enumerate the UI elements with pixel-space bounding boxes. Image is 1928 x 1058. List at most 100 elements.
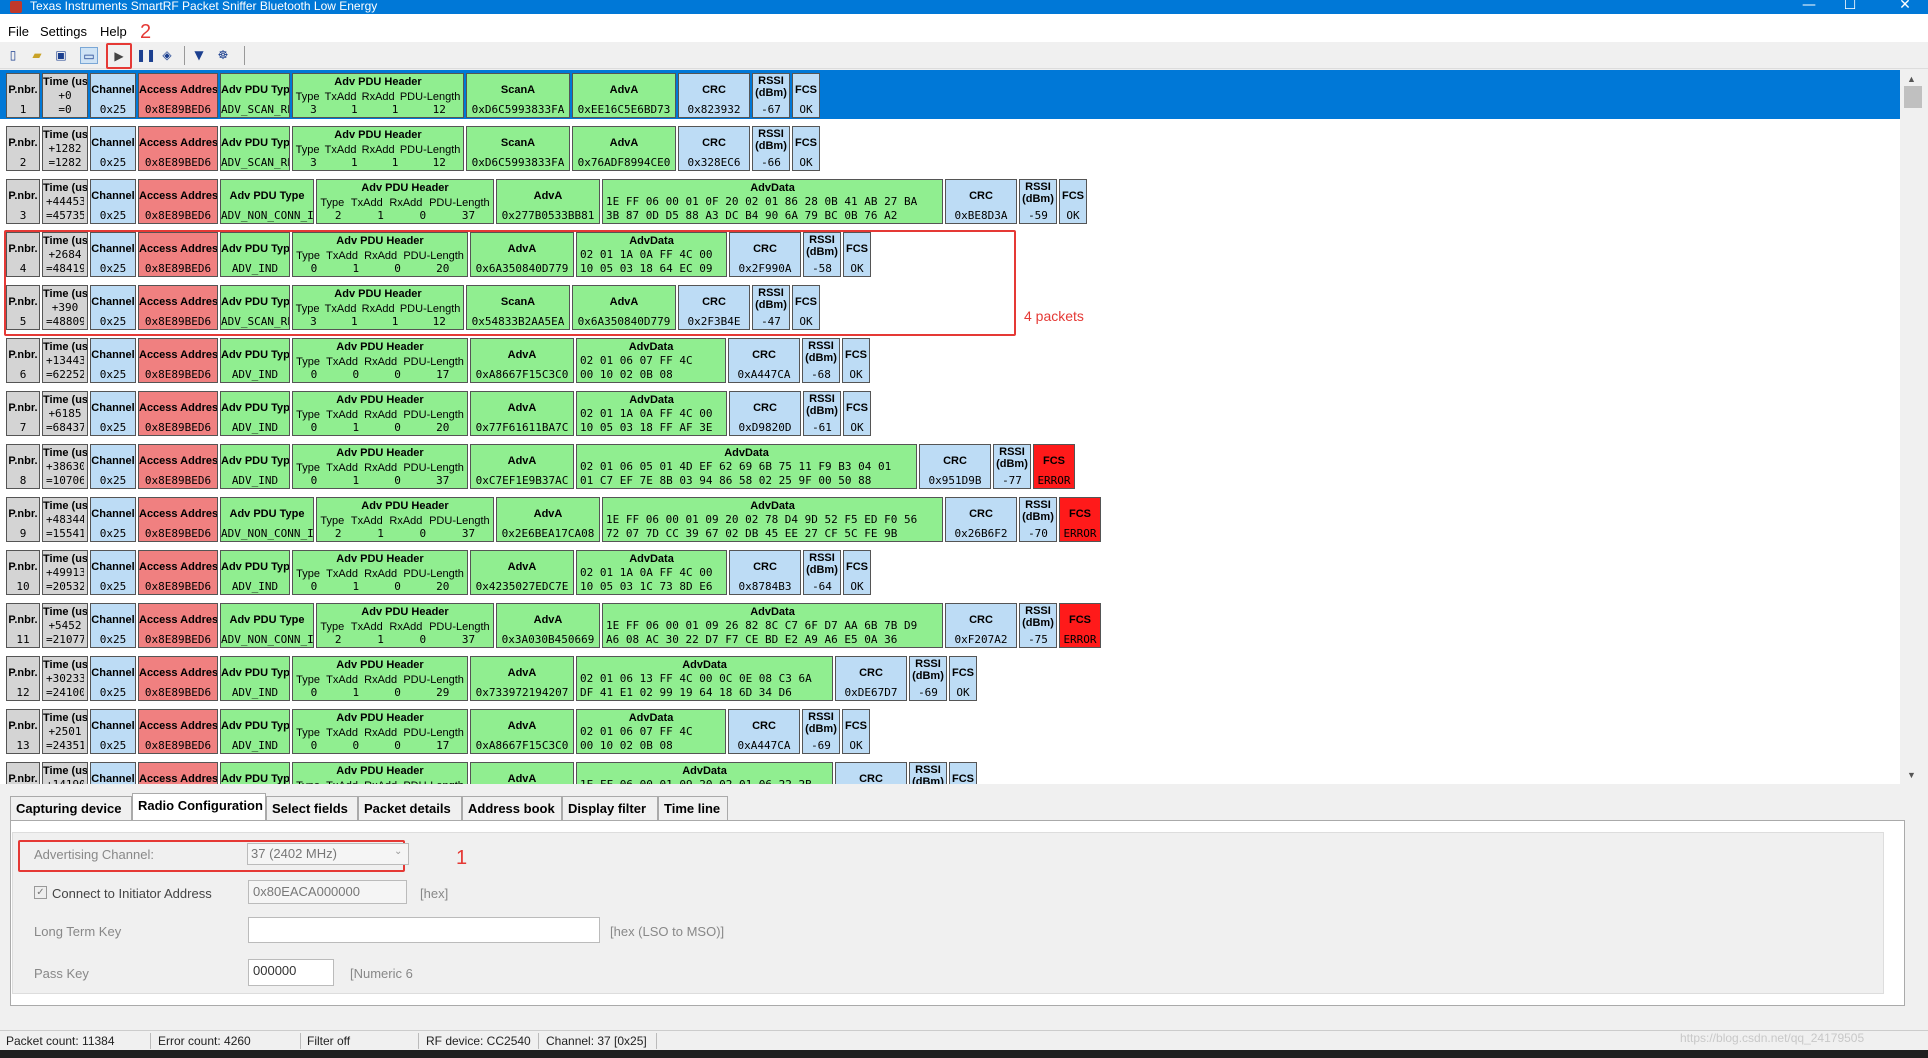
packet-row[interactable]: P.nbr. 7 Time (us) +6185 =68437 Channel 0x25 Ac…	[6, 388, 1900, 437]
adva-cell[interactable]: AdvA 0x733972194207	[470, 656, 574, 701]
maximize-button[interactable]: ☐	[1827, 0, 1873, 14]
menu-file[interactable]: File	[8, 24, 29, 39]
rssi-cell[interactable]: RSSI (dBm) -68	[802, 338, 840, 383]
packet-row[interactable]: P.nbr. 3 Time (us) +44453 =45735 Channel 0x25 A…	[6, 176, 1900, 225]
scroll-up-icon[interactable]: ▲	[1907, 74, 1916, 84]
channel-cell[interactable]: Channel	[90, 762, 136, 784]
time-cell[interactable]: Time (us) +6185 =68437	[42, 391, 88, 436]
access-address-cell[interactable]: Access Address 0x8E89BED6	[138, 391, 218, 436]
access-address-cell[interactable]: Access Address 0x8E89BED6	[138, 179, 218, 224]
pdu-type-cell[interactable]: Adv PDU Type ADV_IND	[220, 550, 290, 595]
tab-capturing-device[interactable]: Capturing device	[10, 796, 132, 820]
pdu-header-cell[interactable]: Adv PDU Header Type TxAdd RxAdd PDU-Length 0 0…	[292, 709, 468, 754]
pdu-header-cell[interactable]: Adv PDU Header Type TxAdd RxAdd PDU-Length 0 1…	[292, 550, 468, 595]
packet-row[interactable]: P.nbr. 6 Time (us) +13443 =62252 Channel 0x25 A…	[6, 335, 1900, 384]
pdu-header-cell[interactable]: Adv PDU Header Type TxAdd RxAdd PDU-Length 2 1…	[316, 497, 494, 542]
pass-key-field[interactable]: 000000	[248, 959, 334, 986]
crc-cell[interactable]: CRC 0xF207A2	[945, 603, 1017, 648]
fcs-cell[interactable]: FCS ERROR	[1059, 497, 1101, 542]
advdata-cell[interactable]: AdvData 02 01 06 13 FF 4C 00 0C 0E 08 C3 …	[576, 656, 833, 701]
channel-cell[interactable]: Channel 0x25	[90, 709, 136, 754]
advdata-cell[interactable]: AdvData 02 01 06 07 FF 4C 00 10 02 0B 08	[576, 709, 726, 754]
adva-cell[interactable]: AdvA 0x277B0533BB81	[496, 179, 600, 224]
adva-cell[interactable]: AdvA	[470, 762, 574, 784]
fcs-cell[interactable]: FCS	[949, 762, 977, 784]
scrollbar-thumb[interactable]	[1904, 86, 1922, 108]
channel-cell[interactable]: Channel 0x25	[90, 497, 136, 542]
pdu-type-cell[interactable]: Adv PDU Type ADV_NON_CONN_IND	[220, 179, 314, 224]
clear-icon[interactable]: ◈	[158, 47, 176, 64]
packet-row[interactable]: P.nbr.8Time (us)+38630=107067Channel0x25…	[6, 441, 1900, 490]
pnbr-cell[interactable]: P.nbr. 3	[6, 179, 40, 224]
rssi-cell[interactable]: RSSI (dBm) -77	[993, 444, 1031, 489]
channel-cell[interactable]: Channel 0x25	[90, 391, 136, 436]
pdu-type-cell[interactable]: Adv PDU Type ADV_IND	[220, 444, 290, 489]
long-term-key-field[interactable]	[248, 917, 600, 943]
pdu-header-cell[interactable]: Adv PDU Header Type TxAdd RxAdd PDU-Length 3 1…	[292, 73, 464, 118]
packet-list[interactable]: P.nbr. 1 Time (us) +0 =0 Channel 0x25 Access Ad…	[0, 70, 1900, 784]
channel-cell[interactable]: Channel 0x25	[90, 444, 136, 489]
access-address-cell[interactable]: Access Address 0x8E89BED6	[138, 497, 218, 542]
access-address-cell[interactable]: Access Address 0x8E89BED6	[138, 126, 218, 171]
pnbr-cell[interactable]: P.nbr. 1	[6, 73, 40, 118]
crc-cell[interactable]: CRC 0xDE67D7	[835, 656, 907, 701]
adva-cell[interactable]: AdvA 0x2E6BEA17CA08	[496, 497, 600, 542]
fcs-cell[interactable]: FCS OK	[949, 656, 977, 701]
time-cell[interactable]: Time (us)+5452=210776	[42, 603, 88, 648]
advdata-cell[interactable]: AdvData 02 01 06 07 FF 4C 00 10 02 0B 08	[576, 338, 726, 383]
pdu-header-cell[interactable]: Adv PDU Header Type TxAdd RxAdd PDU-Length	[292, 762, 468, 784]
advdata-cell[interactable]: AdvData 1E FF 06 00 01 09 20 02 78 D4 9D …	[602, 497, 943, 542]
pdu-header-cell[interactable]: Adv PDU Header Type TxAdd RxAdd PDU-Length 3 1…	[292, 126, 464, 171]
access-address-cell[interactable]: Access Address 0x8E89BED6	[138, 550, 218, 595]
access-address-cell[interactable]: Access Address 0x8E89BED6	[138, 656, 218, 701]
adva-cell[interactable]: AdvA 0xC7EF1E9B37AC	[470, 444, 574, 489]
pnbr-cell[interactable]: P.nbr. 13	[6, 709, 40, 754]
pdu-type-cell[interactable]: Adv PDU Type ADV_NON_CONN_IND	[220, 603, 314, 648]
rssi-cell[interactable]: RSSI (dBm) -69	[802, 709, 840, 754]
pdu-header-cell[interactable]: Adv PDU Header Type TxAdd RxAdd PDU-Length 0 1…	[292, 391, 468, 436]
adva-cell[interactable]: AdvA 0x77F61611BA7C	[470, 391, 574, 436]
rssi-cell[interactable]: RSSI (dBm) -66	[752, 126, 790, 171]
advdata-cell[interactable]: AdvData 02 01 06 05 01 4D EF 62 69 6B 75 …	[576, 444, 917, 489]
packet-row[interactable]: P.nbr.11Time (us)+5452=210776Channel0x25…	[6, 600, 1900, 649]
pnbr-cell[interactable]: P.nbr.	[6, 762, 40, 784]
packet-list-scrollbar[interactable]: ▲ ▼	[1900, 70, 1928, 784]
time-cell[interactable]: Time (us) +0 =0	[42, 73, 88, 118]
chevron-down-icon[interactable]: ⌄	[394, 846, 402, 857]
settings-hand-icon[interactable]: ☸	[214, 47, 232, 64]
time-cell[interactable]: Time (us)+49913=205324	[42, 550, 88, 595]
pnbr-cell[interactable]: P.nbr. 10	[6, 550, 40, 595]
channel-cell[interactable]: Channel 0x25	[90, 126, 136, 171]
time-cell[interactable]: Time (us) +44453 =45735	[42, 179, 88, 224]
fcs-cell[interactable]: FCS OK	[792, 126, 820, 171]
channel-cell[interactable]: Channel 0x25	[90, 73, 136, 118]
access-address-cell[interactable]: Access Address 0x8E89BED6	[138, 338, 218, 383]
advdata-cell[interactable]: AdvData 1E FF 06 00 01 0F 20 02 01 86 28 …	[602, 179, 943, 224]
minimize-button[interactable]: —	[1786, 0, 1832, 14]
pnbr-cell[interactable]: P.nbr. 6	[6, 338, 40, 383]
access-address-cell[interactable]: Access Address 0x8E89BED6	[138, 603, 218, 648]
pdu-type-cell[interactable]: Adv PDU Type ADV_SCAN_REQ	[220, 73, 290, 118]
pnbr-cell[interactable]: P.nbr. 2	[6, 126, 40, 171]
channel-cell[interactable]: Channel 0x25	[90, 656, 136, 701]
pdu-type-cell[interactable]: Adv PDU Type ADV_IND	[220, 338, 290, 383]
packet-row[interactable]: P.nbr.13Time (us)+2501=243510Channel0x25…	[6, 706, 1900, 755]
rssi-cell[interactable]: RSSI (dBm) -70	[1019, 497, 1057, 542]
time-cell[interactable]: Time (us)+2501=243510	[42, 709, 88, 754]
fcs-cell[interactable]: FCS OK	[842, 338, 870, 383]
crc-cell[interactable]: CRC 0xD9820D	[729, 391, 801, 436]
pause-icon[interactable]: ❚❚	[136, 47, 156, 64]
pdu-type-cell[interactable]: Adv PDU Type	[220, 762, 290, 784]
crc-cell[interactable]: CRC 0x8784B3	[729, 550, 801, 595]
access-address-cell[interactable]: Access Address 0x8E89BED6	[138, 709, 218, 754]
crc-cell[interactable]: CRC 0x328EC6	[678, 126, 750, 171]
pdu-type-cell[interactable]: Adv PDU Type ADV_NON_CONN_IND	[220, 497, 314, 542]
packet-row[interactable]: P.nbr.10Time (us)+49913=205324Channel0x2…	[6, 547, 1900, 596]
rssi-cell[interactable]: RSSI (dBm) -59	[1019, 179, 1057, 224]
tab-address-book[interactable]: Address book	[462, 796, 562, 820]
time-cell[interactable]: Time (us)+30233=241009	[42, 656, 88, 701]
access-address-cell[interactable]: Access Address 0x8E89BED6	[138, 444, 218, 489]
scroll-down-icon[interactable]: ▼	[190, 47, 208, 64]
fcs-cell[interactable]: FCS OK	[843, 391, 871, 436]
window-icon[interactable]: ▭	[80, 47, 98, 64]
